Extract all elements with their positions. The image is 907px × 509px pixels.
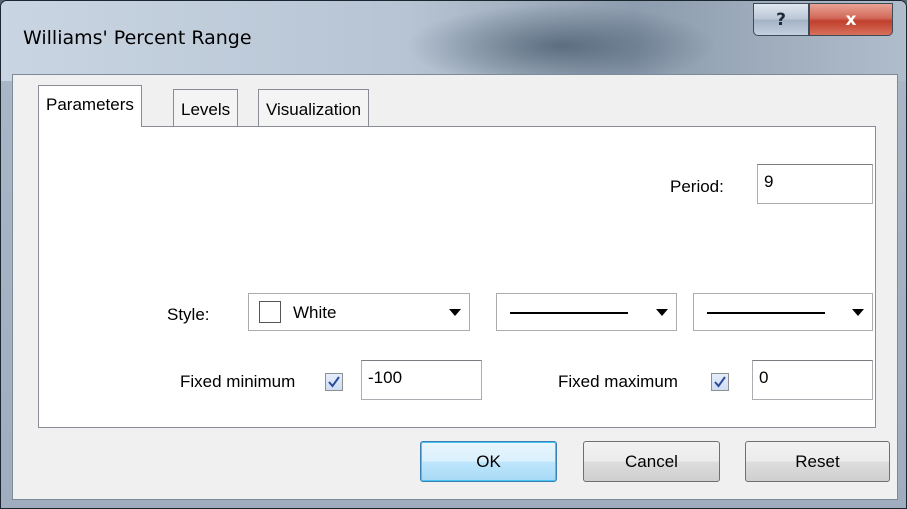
help-button[interactable]: ? (753, 3, 809, 36)
color-name: White (293, 303, 337, 322)
parameters-panel: Period: 9 Style: White Fixed minimum -10… (38, 126, 876, 428)
help-icon: ? (776, 9, 786, 30)
tab-parameters[interactable]: Parameters (38, 85, 142, 127)
close-icon: x (845, 9, 857, 30)
dialog-body: Parameters Levels Visualization Period: … (12, 74, 898, 500)
fixed-maximum-checkbox[interactable] (711, 373, 729, 391)
fixed-minimum-checkbox[interactable] (325, 373, 343, 391)
fixed-maximum-input[interactable]: 0 (752, 360, 873, 400)
window-title: Williams' Percent Range (23, 27, 252, 49)
tab-visualization[interactable]: Visualization (258, 89, 370, 126)
chevron-down-icon (656, 309, 668, 316)
line-width-select[interactable] (693, 293, 873, 331)
tab-levels[interactable]: Levels (173, 89, 239, 126)
dialog-window: Williams' Percent Range ? x Parameters L… (0, 0, 907, 509)
reset-button[interactable]: Reset (745, 441, 890, 482)
fixed-minimum-input[interactable]: -100 (361, 360, 482, 400)
checkmark-icon (328, 376, 340, 388)
period-label: Period: (670, 177, 724, 196)
checkmark-icon (714, 376, 726, 388)
title-bar[interactable]: Williams' Percent Range ? x (1, 1, 906, 81)
line-style-select[interactable] (496, 293, 677, 331)
chevron-down-icon (852, 309, 864, 316)
period-input[interactable]: 9 (757, 164, 873, 204)
color-select[interactable]: White (248, 293, 470, 331)
color-swatch (259, 301, 281, 323)
fixed-minimum-label: Fixed minimum (180, 372, 296, 391)
chevron-down-icon (449, 309, 461, 316)
line-style-sample (510, 312, 628, 314)
cancel-button[interactable]: Cancel (583, 441, 720, 482)
style-label: Style: (167, 305, 210, 324)
line-width-sample (707, 312, 825, 314)
fixed-maximum-label: Fixed maximum (558, 372, 678, 391)
ok-button[interactable]: OK (420, 441, 557, 482)
close-button[interactable]: x (809, 3, 893, 36)
